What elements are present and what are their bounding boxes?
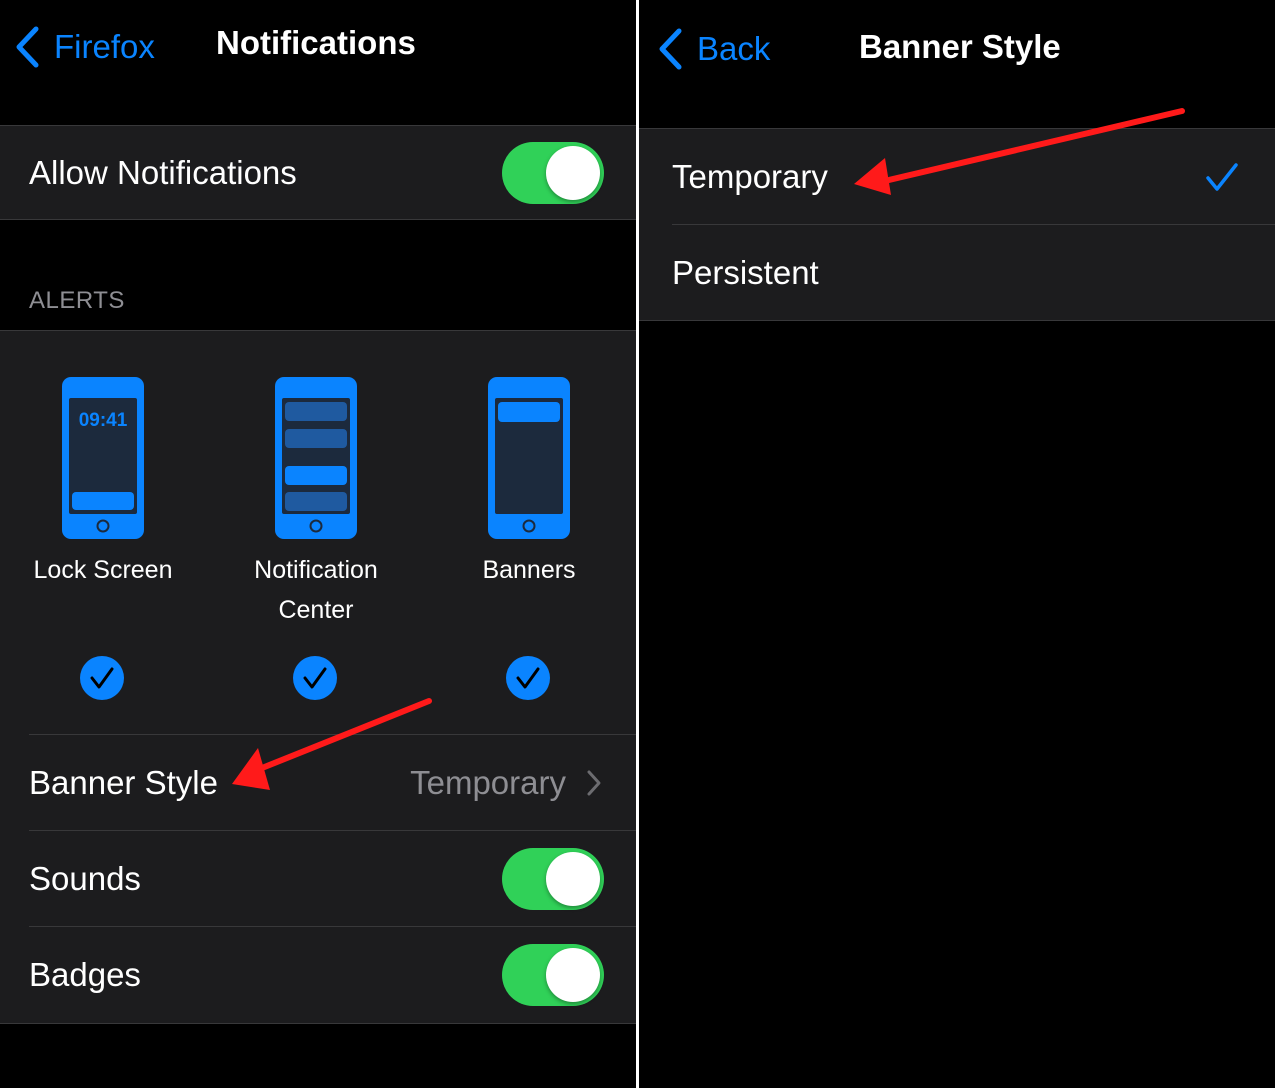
option-persistent[interactable]: Persistent: [639, 225, 1275, 320]
banner-style-row[interactable]: Banner Style Temporary: [0, 735, 636, 830]
option-temporary-label: Temporary: [672, 157, 828, 195]
lock-screen-time: 09:41: [79, 410, 128, 431]
allow-notifications-label: Allow Notifications: [29, 153, 297, 191]
banner-style-label: Banner Style: [29, 763, 218, 801]
notification-center-label-line1: Notification: [254, 556, 378, 584]
alerts-section-header: ALERTS: [29, 287, 125, 314]
nav-bar: Firefox Notifications: [0, 0, 636, 100]
toggle-knob: [546, 947, 600, 1002]
chevron-left-icon: [659, 28, 682, 70]
chevron-left-icon: [16, 26, 39, 68]
banners-checkbox[interactable]: [506, 656, 550, 700]
back-button-label: Back: [697, 30, 771, 67]
allow-notifications-toggle[interactable]: [502, 141, 604, 204]
badges-toggle[interactable]: [502, 943, 604, 1006]
sounds-label: Sounds: [29, 859, 141, 897]
banner-style-value: Temporary: [410, 763, 566, 801]
lock-screen-checkbox[interactable]: [80, 656, 124, 700]
back-button[interactable]: Back: [657, 24, 770, 74]
page-title: Notifications: [216, 24, 416, 61]
toggle-knob: [546, 851, 600, 906]
page-title: Banner Style: [859, 28, 1061, 65]
checkmark-icon: [303, 667, 327, 689]
notification-center-phone-icon: [275, 377, 357, 539]
alert-option-lock-screen[interactable]: 09:41 Lock Screen: [3, 376, 203, 590]
notifications-screen: Firefox Notifications Allow Notification…: [0, 0, 636, 1088]
back-button[interactable]: Firefox: [14, 22, 155, 72]
notification-center-checkbox[interactable]: [293, 656, 337, 700]
badges-row: Badges: [0, 927, 636, 1022]
banners-phone-icon: [488, 377, 570, 539]
banners-label: Banners: [482, 556, 576, 584]
notification-center-label: Notification Center: [216, 550, 416, 630]
checkmark-icon: [516, 667, 540, 689]
option-persistent-label: Persistent: [672, 253, 819, 291]
banner-style-options-group: Temporary Persistent: [639, 128, 1275, 321]
notification-center-label-line2: Center: [278, 596, 354, 624]
toggle-knob: [546, 145, 600, 200]
lock-screen-phone-icon: 09:41: [62, 377, 144, 539]
back-button-label: Firefox: [54, 28, 155, 65]
nav-bar: Back Banner Style: [639, 0, 1275, 100]
alert-option-banners[interactable]: Banners: [429, 376, 629, 590]
chevron-right-icon: [587, 770, 601, 795]
allow-notifications-group: Allow Notifications: [0, 125, 636, 220]
lock-screen-label: Lock Screen: [33, 556, 173, 584]
option-temporary[interactable]: Temporary: [639, 129, 1275, 224]
checkmark-icon: [1206, 162, 1238, 191]
sounds-toggle[interactable]: [502, 847, 604, 910]
allow-notifications-row: Allow Notifications: [0, 126, 636, 219]
badges-label: Badges: [29, 955, 141, 993]
alert-option-notification-center[interactable]: Notification Center: [216, 376, 416, 630]
banner-style-screen: Back Banner Style Temporary Persistent: [639, 0, 1275, 1088]
checkmark-icon: [90, 667, 114, 689]
sounds-row: Sounds: [0, 831, 636, 926]
